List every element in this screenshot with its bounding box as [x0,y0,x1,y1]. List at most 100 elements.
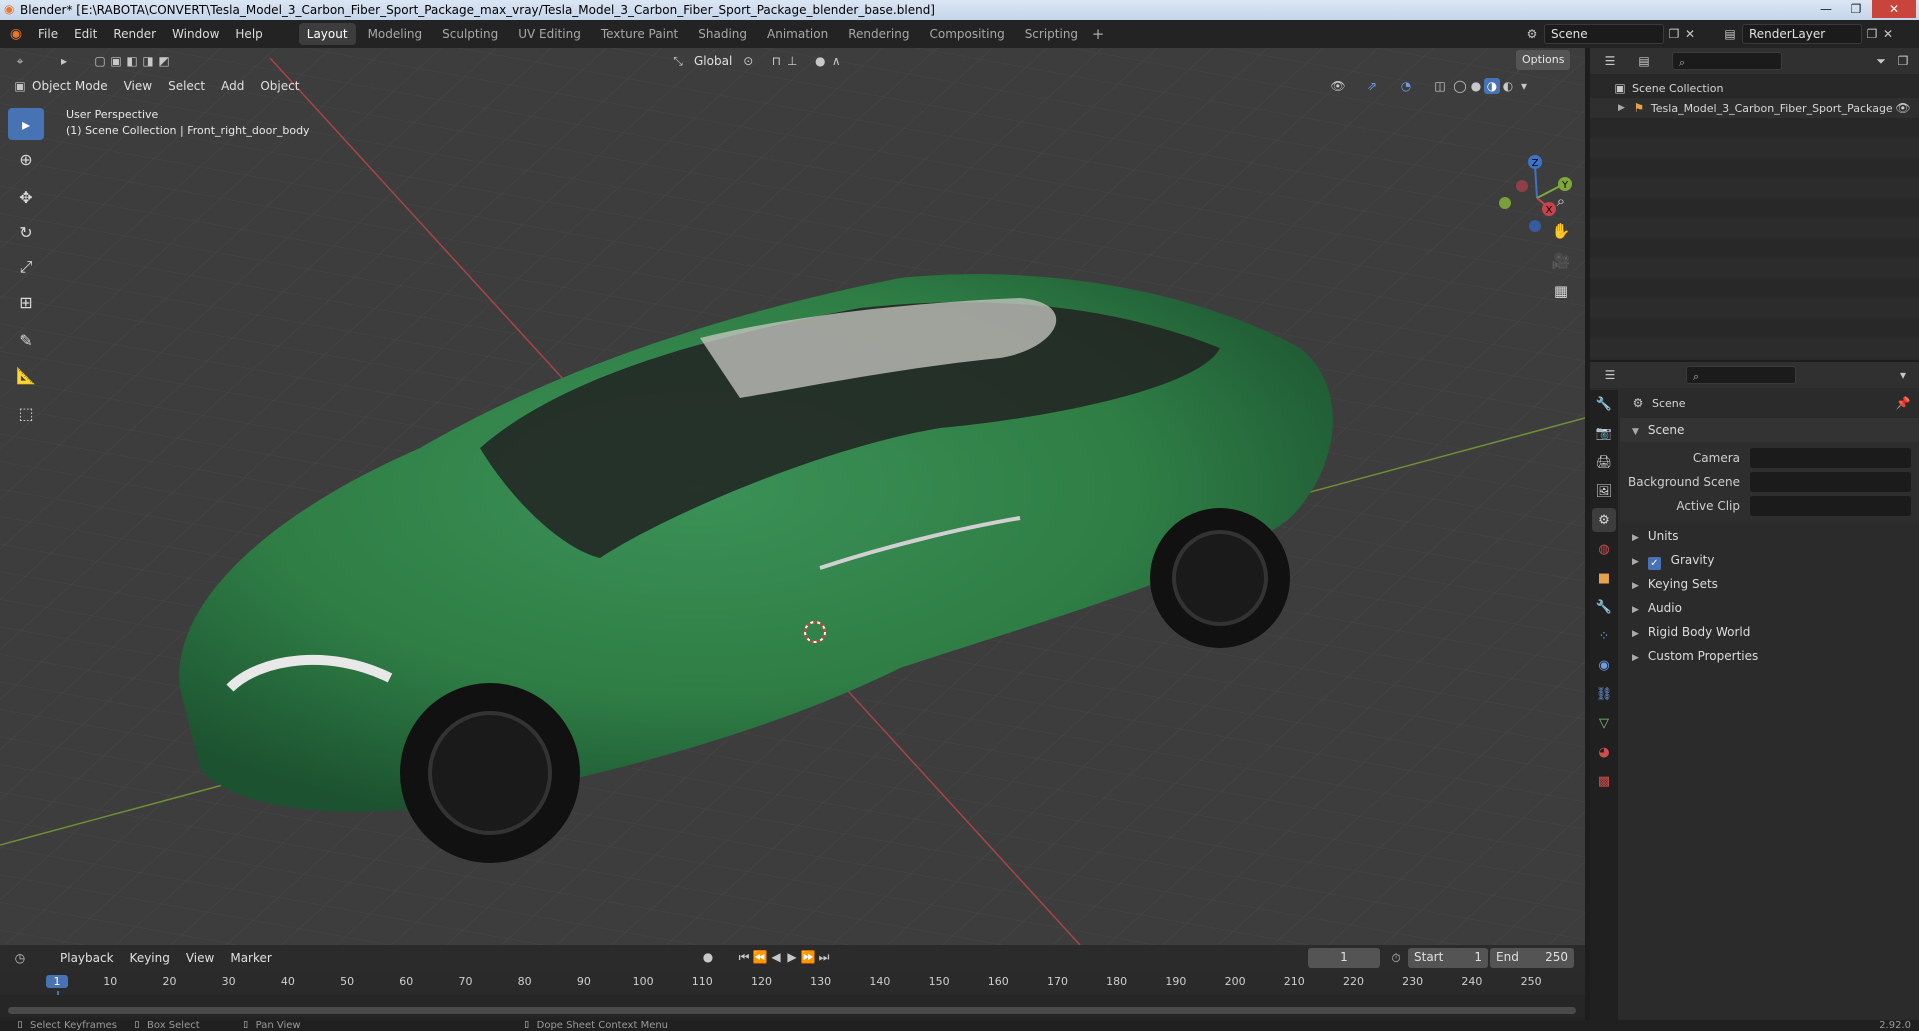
minimize-icon[interactable]: — [1812,0,1840,18]
remove-scene-icon[interactable]: ✕ [1682,26,1698,42]
tab-scripting[interactable]: Scripting [1017,23,1086,45]
properties-search-input[interactable]: ⌕ [1686,366,1796,384]
select-mode-invert-icon[interactable]: ◨ [140,53,156,69]
outliner-editor-icon[interactable]: ☰ [1602,53,1618,69]
outliner-search-input[interactable]: ⌕ [1672,52,1782,70]
stopwatch-icon[interactable]: ⏱ [1388,950,1404,966]
jump-start-icon[interactable]: ⏮ [736,949,752,965]
viewport-menu-select[interactable]: Select [160,75,213,97]
tab-rendering[interactable]: Rendering [840,23,917,45]
remove-view-layer-icon[interactable]: ✕ [1880,26,1896,42]
viewport-menu-view[interactable]: View [116,75,160,97]
snap-icon[interactable]: ⊓ [768,53,784,69]
rendered-shading-icon[interactable]: ◐ [1500,78,1516,94]
scene-field[interactable]: Scene [1544,24,1664,44]
timeline-menu-view[interactable]: View [178,947,222,969]
viewport-menu-object[interactable]: Object [252,75,307,97]
rotate-tool-icon[interactable]: ↻ [8,216,44,248]
active-clip-field[interactable] [1750,496,1911,516]
select-mode-extend-icon[interactable]: ▣ [108,53,124,69]
record-icon[interactable]: ● [700,949,716,965]
annotate-tool-icon[interactable]: ✎ [8,324,44,356]
close-icon[interactable]: ✕ [1872,0,1916,18]
camera-view-icon[interactable]: 🎥 [1548,248,1574,274]
audio-panel[interactable]: ▶ Audio [1620,596,1919,620]
physics-tab-icon[interactable]: ◉ [1592,653,1616,677]
zoom-icon[interactable]: ⌕ [1548,188,1574,214]
ortho-toggle-icon[interactable]: ▦ [1548,278,1574,304]
timeline-editor-icon[interactable]: ◷ [12,950,28,966]
viewport-canvas[interactable]: Z Y X [0,48,1585,945]
tab-compositing[interactable]: Compositing [921,23,1012,45]
outliner-item[interactable]: ▶ ⚑ Tesla_Model_3_Carbon_Fiber_Sport_Pac… [1590,98,1919,118]
scene-collection-row[interactable]: ▣ Scene Collection [1612,78,1723,98]
tab-modeling[interactable]: Modeling [360,23,431,45]
tab-shading[interactable]: Shading [690,23,755,45]
next-keyframe-icon[interactable]: ⏩ [800,949,816,965]
tab-layout[interactable]: Layout [298,23,356,45]
blender-menu-icon[interactable]: ◉ [8,26,24,42]
new-collection-icon[interactable]: ❐ [1895,53,1911,69]
menu-render[interactable]: Render [105,20,164,48]
timeline-menu-playback[interactable]: Playback [52,947,122,969]
gizmo-toggle-icon[interactable]: ⇗ [1364,78,1380,94]
select-mode-intersect-icon[interactable]: ◩ [156,53,172,69]
overlay-toggle-icon[interactable]: ◔ [1398,78,1414,94]
texture-tab-icon[interactable]: ▩ [1592,769,1616,793]
shading-options-icon[interactable]: ▾ [1516,78,1532,94]
frame-ruler[interactable]: 1 10 20 30 40 50 60 70 80 90 100 110 120 130 140 150 160… [0,971,1585,1017]
pan-hand-icon[interactable]: ✋ [1548,218,1574,244]
prev-keyframe-icon[interactable]: ⏪ [752,949,768,965]
gizmo-neg-y-handle[interactable] [1499,197,1511,209]
play-reverse-icon[interactable]: ◀ [768,949,784,965]
restore-icon[interactable]: ❐ [1842,0,1870,18]
pivot-icon[interactable]: ⊙ [740,53,756,69]
tab-uv-editing[interactable]: UV Editing [510,23,589,45]
render-tab-icon[interactable]: 📷 [1592,421,1616,445]
solid-shading-icon[interactable]: ● [1468,78,1484,94]
scene-tab-icon[interactable]: ⚙ [1592,508,1616,532]
snap-target-icon[interactable]: ⊥ [784,53,800,69]
constraints-tab-icon[interactable]: ⛓ [1592,682,1616,706]
modifier-tab-icon[interactable]: 🔧 [1592,595,1616,619]
hide-in-viewport-icon[interactable]: 👁 [1895,100,1911,116]
timeline-scrollbar[interactable] [8,1007,1576,1014]
new-scene-icon[interactable]: ❐ [1666,26,1682,42]
gizmo-neg-z-handle[interactable] [1529,220,1541,232]
start-frame-field[interactable]: Start 1 [1408,948,1488,968]
gizmo-neg-x-handle[interactable] [1516,180,1528,192]
cursor-tool-icon[interactable]: ⊕ [8,143,44,175]
properties-options-icon[interactable]: ▾ [1895,367,1911,383]
tab-animation[interactable]: Animation [759,23,836,45]
scene-panel-header[interactable]: ▼ Scene [1620,418,1919,442]
pin-icon[interactable]: 📌 [1895,395,1911,411]
proportional-falloff-icon[interactable]: ∧ [828,53,844,69]
options-dropdown[interactable]: Options [1516,50,1571,70]
world-tab-icon[interactable]: ◍ [1592,537,1616,561]
measure-tool-icon[interactable]: 📐 [8,359,44,391]
3d-viewport[interactable]: Z Y X ⌖ ▸ ▢ ▣ ◧ ◨ ◩ ⤡ Global ⊙ ⊓ ⊥ ● ∧ O… [0,48,1585,945]
view-layer-field[interactable]: RenderLayer [1742,24,1862,44]
xray-icon[interactable]: ◫ [1432,78,1448,94]
proportional-edit-icon[interactable]: ● [812,53,828,69]
scale-tool-icon[interactable]: ⤢ [8,251,44,283]
particles-tab-icon[interactable]: ⁘ [1592,624,1616,648]
object-tab-icon[interactable]: ■ [1592,566,1616,590]
tool-tab-icon[interactable]: 🔧 [1592,392,1616,416]
select-box-tool-icon[interactable]: ▸ [8,108,44,140]
data-tab-icon[interactable]: ▽ [1592,711,1616,735]
view-layer-tab-icon[interactable]: 🖼 [1592,479,1616,503]
editor-type-icon[interactable]: ⌖ [12,53,28,69]
gravity-panel[interactable]: ▶ ✓ Gravity [1620,548,1919,572]
units-panel[interactable]: ▶ Units [1620,524,1919,548]
background-scene-field[interactable] [1750,472,1911,492]
timeline-menu-marker[interactable]: Marker [222,947,279,969]
select-tool-icon[interactable]: ▸ [56,53,72,69]
play-icon[interactable]: ▶ [784,949,800,965]
camera-field[interactable] [1750,448,1911,468]
keyframe-area[interactable] [0,995,1585,1017]
add-cube-tool-icon[interactable]: ⬚ [8,397,44,429]
visibility-icon[interactable]: 👁 [1330,78,1346,94]
keying-sets-panel[interactable]: ▶ Keying Sets [1620,572,1919,596]
playhead[interactable]: 1 [46,975,68,988]
